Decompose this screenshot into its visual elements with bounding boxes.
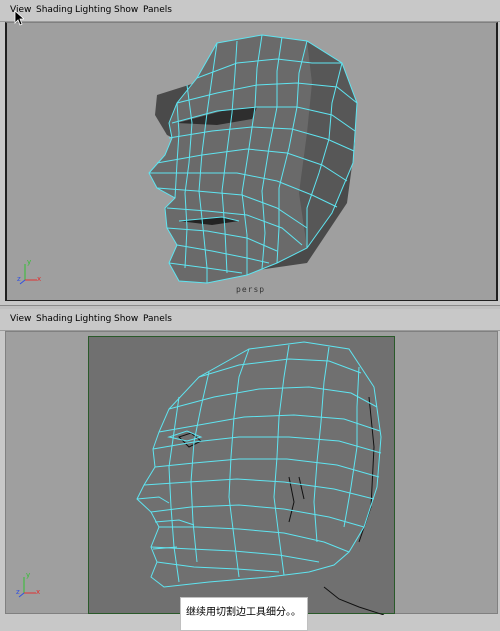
reference-image-plane <box>88 336 395 616</box>
mouse-cursor-icon <box>14 10 24 26</box>
perspective-viewport[interactable]: y x z persp <box>5 22 498 301</box>
top-panel-menubar: View Shading Lighting Show Panels <box>0 0 500 22</box>
caption-text: 继续用切割边工具细分。。 <box>186 607 301 618</box>
tutorial-caption: 继续用切割边工具细分。。 <box>180 597 308 631</box>
menu-show[interactable]: Show <box>114 5 138 15</box>
menu-lighting[interactable]: Lighting <box>75 314 111 324</box>
side-viewport[interactable]: y x z 继续用切割边工具细分。。 <box>5 331 498 631</box>
top-viewport-panel: View Shading Lighting Show Panels y x z … <box>0 0 500 305</box>
menu-shading[interactable]: Shading <box>36 5 73 15</box>
menu-lighting[interactable]: Lighting <box>75 5 111 15</box>
head-model-top <box>148 34 358 284</box>
menu-show[interactable]: Show <box>114 314 138 324</box>
axis-y-label: y <box>26 571 31 579</box>
axis-z-label: z <box>17 275 21 283</box>
bottom-viewport-panel: View Shading Lighting Show Panels y x z … <box>0 309 500 631</box>
axis-y-label: y <box>27 258 32 266</box>
axis-x-label: x <box>37 275 42 283</box>
axis-z-label: z <box>16 588 20 596</box>
head-side-wireframe <box>136 341 385 616</box>
camera-label: persp <box>236 285 266 294</box>
menu-view[interactable]: View <box>10 314 31 324</box>
axis-x-label: x <box>36 588 41 596</box>
menu-panels[interactable]: Panels <box>143 314 172 324</box>
menu-shading[interactable]: Shading <box>36 314 73 324</box>
menu-panels[interactable]: Panels <box>143 5 172 15</box>
bottom-panel-menubar: View Shading Lighting Show Panels <box>0 309 500 331</box>
